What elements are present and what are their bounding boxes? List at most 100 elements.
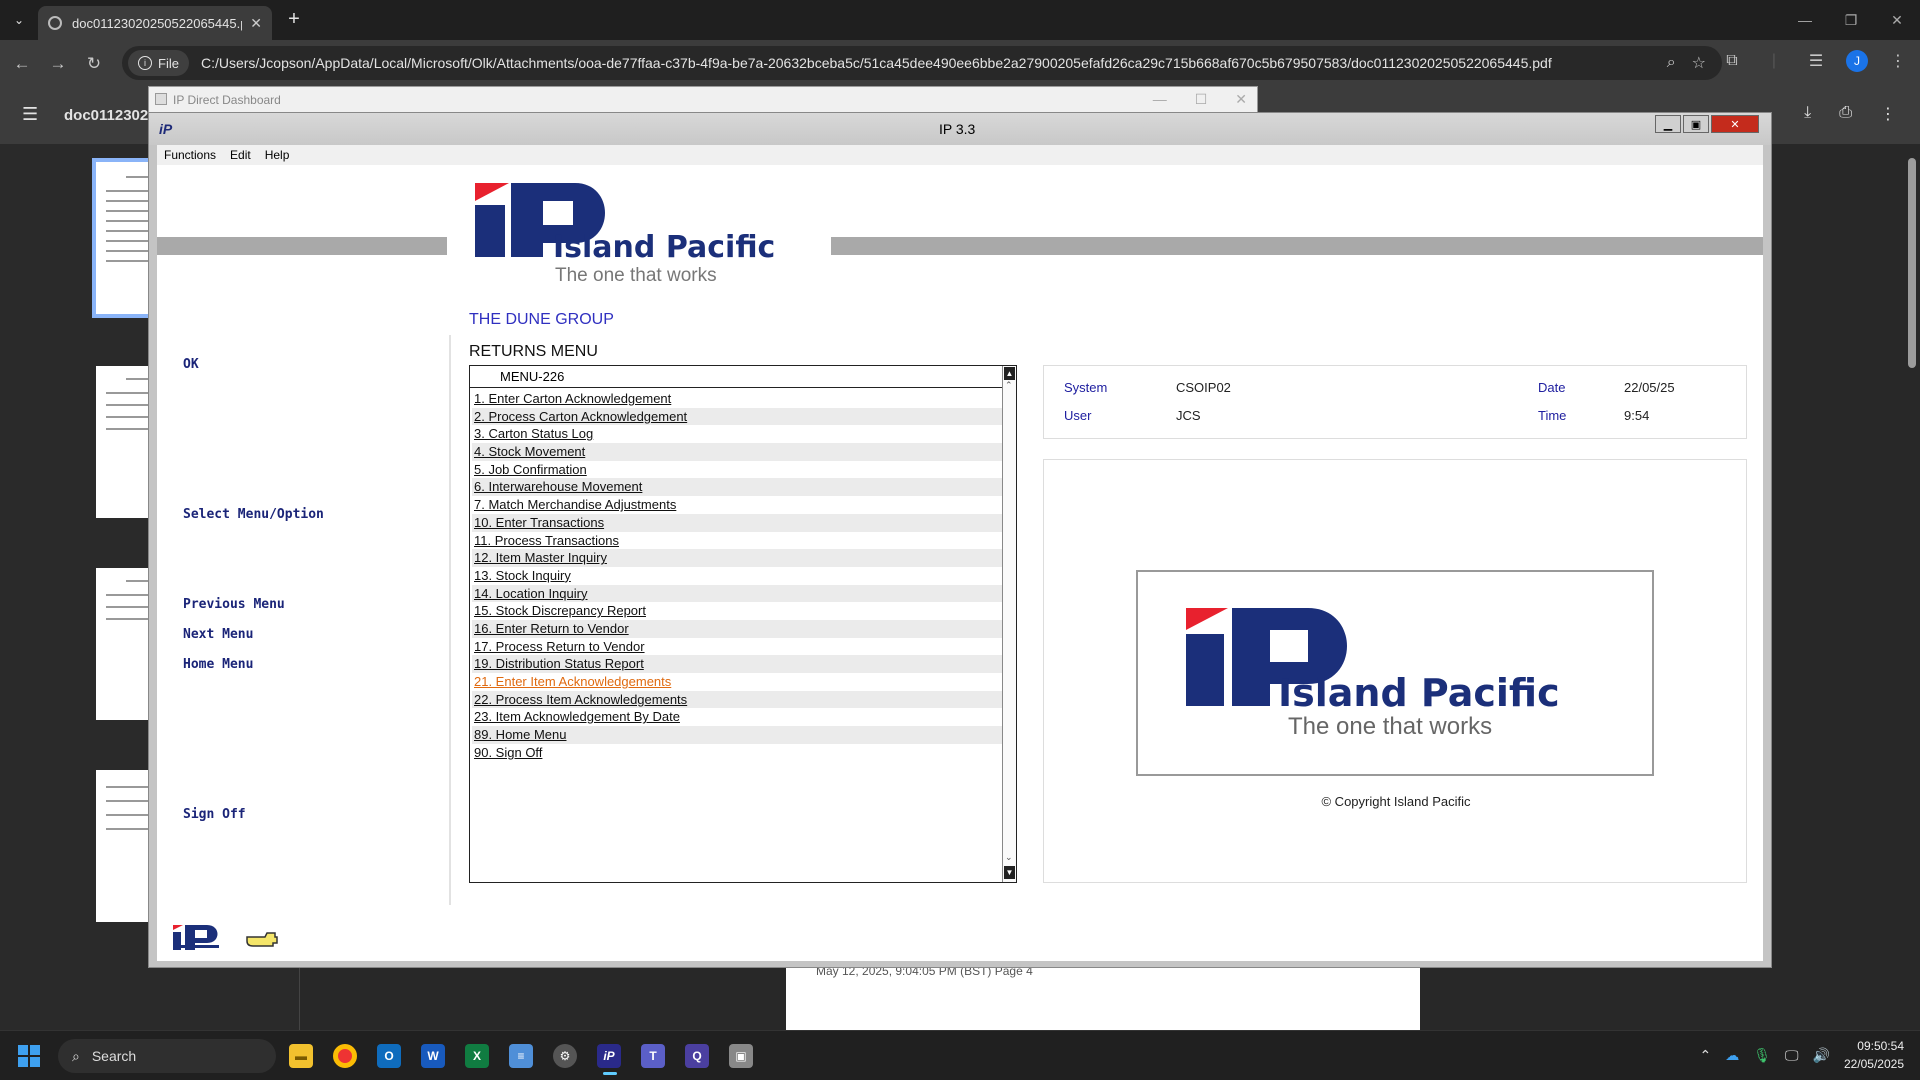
avatar[interactable]: J (1846, 50, 1868, 72)
menu-option[interactable]: 16. Enter Return to Vendor (472, 619, 1002, 638)
divider: | (1771, 52, 1777, 69)
hamburger-icon[interactable]: ☰ (22, 104, 38, 125)
reload-icon[interactable]: ↻ (82, 52, 106, 76)
excel-icon[interactable]: X (462, 1039, 492, 1073)
scroll-bottom-icon[interactable]: ▼ (1004, 866, 1015, 879)
star-icon[interactable]: ☆ (1692, 53, 1706, 73)
outlook-icon[interactable]: O (374, 1039, 404, 1073)
menu-option[interactable]: 12. Item Master Inquiry (472, 549, 1002, 567)
media-icon[interactable]: ☰ (1804, 51, 1828, 71)
close-icon[interactable]: ✕ (1874, 0, 1920, 40)
app-window-controls: ▁ ▣ ✕ (1655, 115, 1759, 133)
notepad-icon[interactable]: ≡ (506, 1039, 536, 1073)
onedrive-cloud-icon[interactable]: ☁ (1725, 1047, 1739, 1064)
sign-off-command[interactable]: Sign Off (183, 807, 246, 822)
maximize-icon[interactable]: ▣ (1683, 115, 1709, 133)
menu-option[interactable]: 4. Stock Movement (472, 443, 1002, 461)
scroll-top-icon[interactable]: ▲ (1004, 367, 1015, 380)
menu-option[interactable]: 14. Location Inquiry (472, 584, 1002, 603)
windows-start-icon[interactable] (18, 1045, 40, 1067)
menu-option[interactable]: 19. Distribution Status Report (472, 655, 1002, 673)
browser-tabstrip: ⌄ doc01123020250522065445.pdf ✕ + — ❐ ✕ (0, 0, 1920, 40)
menu-option[interactable]: 3. Carton Status Log (472, 425, 1002, 443)
remote-desktop-icon[interactable]: ▣ (726, 1039, 756, 1073)
menu-option[interactable]: 1. Enter Carton Acknowledgement (472, 390, 1002, 408)
more-vert-icon[interactable]: ⋮ (1880, 104, 1896, 124)
site-info-chip[interactable]: i File (128, 50, 189, 76)
extensions-icon[interactable]: ⧉ (1720, 52, 1744, 70)
home-menu-command[interactable]: Home Menu (183, 657, 253, 672)
user-value: JCS (1176, 408, 1201, 423)
menu-help[interactable]: Help (258, 145, 297, 165)
logo-frame: Island Pacific The one that works (1136, 570, 1654, 776)
microphone-icon[interactable]: 🎙 (1753, 1047, 1771, 1064)
print-icon[interactable]: ⎙ (1839, 104, 1852, 124)
volume-icon[interactable]: 🔊 (1813, 1047, 1830, 1064)
menu-option[interactable]: 15. Stock Discrepancy Report (472, 602, 1002, 620)
download-icon[interactable]: ⤓ (1804, 104, 1811, 124)
menu-option[interactable]: 21. Enter Item Acknowledgements (472, 673, 1002, 691)
select-menu-option-command[interactable]: Select Menu/Option (183, 507, 324, 522)
pdf-scrollbar[interactable] (1904, 144, 1920, 1030)
tab-close-icon[interactable]: ✕ (250, 15, 262, 32)
close-icon[interactable]: ✕ (1711, 115, 1759, 133)
chrome-icon[interactable] (330, 1039, 360, 1073)
taskbar-clock[interactable]: 09:50:54 22/05/2025 (1844, 1037, 1904, 1073)
address-bar[interactable]: i File C:/Users/Jcopson/AppData/Local/Mi… (122, 46, 1722, 80)
menu-option[interactable]: 10. Enter Transactions (472, 513, 1002, 532)
tab-list-chevron-icon[interactable]: ⌄ (8, 9, 30, 31)
back-arrow-icon[interactable]: ← (10, 52, 34, 76)
scroll-up-icon[interactable]: ⌃ (1005, 380, 1013, 391)
forward-arrow-icon[interactable]: → (46, 52, 70, 76)
app-q-icon[interactable]: Q (682, 1039, 712, 1073)
chevron-up-icon[interactable]: ⌃ (1699, 1047, 1711, 1064)
teams-icon[interactable]: T (638, 1039, 668, 1073)
menu-code: MENU-226 (470, 366, 1004, 388)
ok-command[interactable]: OK (183, 357, 199, 372)
file-explorer-icon[interactable]: ▬ (286, 1039, 316, 1073)
menu-option[interactable]: 5. Job Confirmation (472, 461, 1002, 479)
settings-gear-icon[interactable]: ⚙ (550, 1039, 580, 1073)
menu-option[interactable]: 23. Item Acknowledgement By Date (472, 708, 1002, 726)
taskbar-search[interactable]: ⌕ Search (58, 1039, 276, 1073)
system-value: CSOIP02 (1176, 380, 1231, 395)
new-tab-button[interactable]: + (282, 8, 306, 31)
menu-option[interactable]: 11. Process Transactions (472, 532, 1002, 550)
menu-functions[interactable]: Functions (157, 145, 223, 165)
island-pacific-logo-large: Island Pacific The one that works (1186, 608, 1560, 740)
clock-time: 09:50:54 (1857, 1039, 1904, 1053)
system-tray: ⌃ ☁ 🎙 🖵 🔊 09:50:54 22/05/2025 (1699, 1037, 1904, 1073)
network-icon[interactable]: 🖵 (1785, 1047, 1799, 1064)
zoom-icon[interactable]: ⌕ (1667, 54, 1676, 72)
time-label: Time (1538, 408, 1567, 423)
menu-option[interactable]: 89. Home Menu (472, 726, 1002, 744)
previous-menu-command[interactable]: Previous Menu (183, 597, 285, 612)
menu-option[interactable]: 13. Stock Inquiry (472, 567, 1002, 585)
minimize-icon[interactable]: ▁ (1655, 115, 1681, 133)
more-menu-icon[interactable]: ⋮ (1886, 51, 1910, 71)
menu-option[interactable]: 90. Sign Off (472, 744, 1002, 762)
menu-option[interactable]: 7. Match Merchandise Adjustments (472, 496, 1002, 514)
pdf-actions: ⤓ ⎙ ⋮ (1804, 104, 1896, 124)
pointing-hand-icon[interactable] (245, 931, 279, 949)
restore-icon[interactable]: ❐ (1828, 0, 1874, 40)
ip-app-icon[interactable]: iP (594, 1039, 624, 1075)
close-icon[interactable]: ✕ (1235, 91, 1247, 108)
menu-option[interactable]: 6. Interwarehouse Movement (472, 478, 1002, 497)
minimize-icon[interactable]: — (1153, 91, 1167, 108)
menu-option[interactable]: 2. Process Carton Acknowledgement (472, 407, 1002, 426)
scroll-down-icon[interactable]: ⌄ (1005, 852, 1013, 863)
minimize-icon[interactable]: — (1782, 0, 1828, 40)
browser-tab-pdf[interactable]: doc01123020250522065445.pdf ✕ (38, 6, 272, 40)
pdf-page: May 12, 2025, 9:04:05 PM (BST) Page 4 (786, 964, 1420, 1030)
next-menu-command[interactable]: Next Menu (183, 627, 253, 642)
menu-option[interactable]: 17. Process Return to Vendor (472, 638, 1002, 656)
menu-option[interactable]: 22. Process Item Acknowledgements (472, 690, 1002, 709)
header-band (831, 237, 1763, 255)
menu-edit[interactable]: Edit (223, 145, 258, 165)
menu-scrollbar[interactable]: ▲ ⌃ ⌄ ▼ (1002, 366, 1016, 882)
url-text: C:/Users/Jcopson/AppData/Local/Microsoft… (200, 55, 1552, 71)
word-icon[interactable]: W (418, 1039, 448, 1073)
maximize-icon[interactable]: ☐ (1195, 91, 1208, 108)
scrollbar-thumb[interactable] (1908, 158, 1916, 368)
